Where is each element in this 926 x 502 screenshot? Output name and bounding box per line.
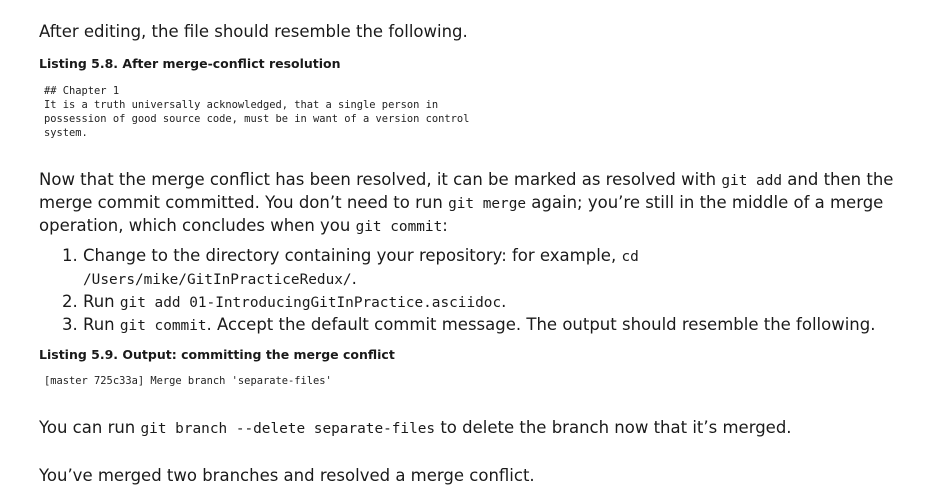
text-segment: Now that the merge conflict has been res… [39,170,722,189]
paragraph-line: Now that the merge conflict has been res… [39,169,893,192]
steps-list: Change to the directory containing your … [57,245,875,337]
listing-5-8-title: Listing 5.8. After merge-conflict resolu… [39,56,341,71]
inline-code-git-merge: git merge [448,196,527,212]
inline-code-git-commit: git commit [355,219,443,235]
paragraph-line: merge commit committed. You don’t need t… [39,192,893,215]
delete-branch-paragraph: You can run git branch --delete separate… [39,417,792,440]
text-segment: again; you’re still in the middle of a m… [526,193,884,212]
summary-paragraph: You’ve merged two branches and resolved … [39,466,535,485]
listing-5-8-code: ## Chapter 1 It is a truth universally a… [44,85,470,139]
listing-5-9-title: Listing 5.9. Output: committing the merg… [39,347,395,362]
text-segment: to delete the branch now that it’s merge… [435,418,792,437]
inline-code-git-branch-delete: git branch --delete separate-files [140,421,436,437]
inline-code-git-commit: git commit [119,318,207,334]
text-segment: . [351,269,357,288]
text-segment: operation, which concludes when you [39,216,356,235]
text-segment: . [501,292,507,311]
text-segment: merge commit committed. You don’t need t… [39,193,449,212]
merge-resolved-paragraph: Now that the merge conflict has been res… [39,169,893,238]
list-item: Run git commit. Accept the default commi… [83,314,875,337]
text-segment: . Accept the default commit message. The… [206,315,876,334]
text-segment: Change to the directory containing your … [83,246,622,265]
text-segment: You can run [39,418,141,437]
listing-5-9-code: [master 725c33a] Merge branch 'separate-… [44,375,332,387]
list-item: Change to the directory containing your … [83,245,875,291]
inline-code-repo-path: /Users/mike/GitInPracticeRedux/ [83,272,352,288]
text-segment: Run [83,315,120,334]
inline-code-git-add-file: git add 01-IntroducingGitInPractice.asci… [119,295,502,311]
text-segment: and then the [782,170,894,189]
list-item: Run git add 01-IntroducingGitInPractice.… [83,291,875,314]
text-segment: : [442,216,448,235]
intro-paragraph: After editing, the file should resemble … [39,22,468,41]
paragraph-line: operation, which concludes when you git … [39,215,893,238]
text-segment: Run [83,292,120,311]
inline-code-git-add: git add [721,173,783,189]
inline-code-cd: cd [621,249,639,265]
